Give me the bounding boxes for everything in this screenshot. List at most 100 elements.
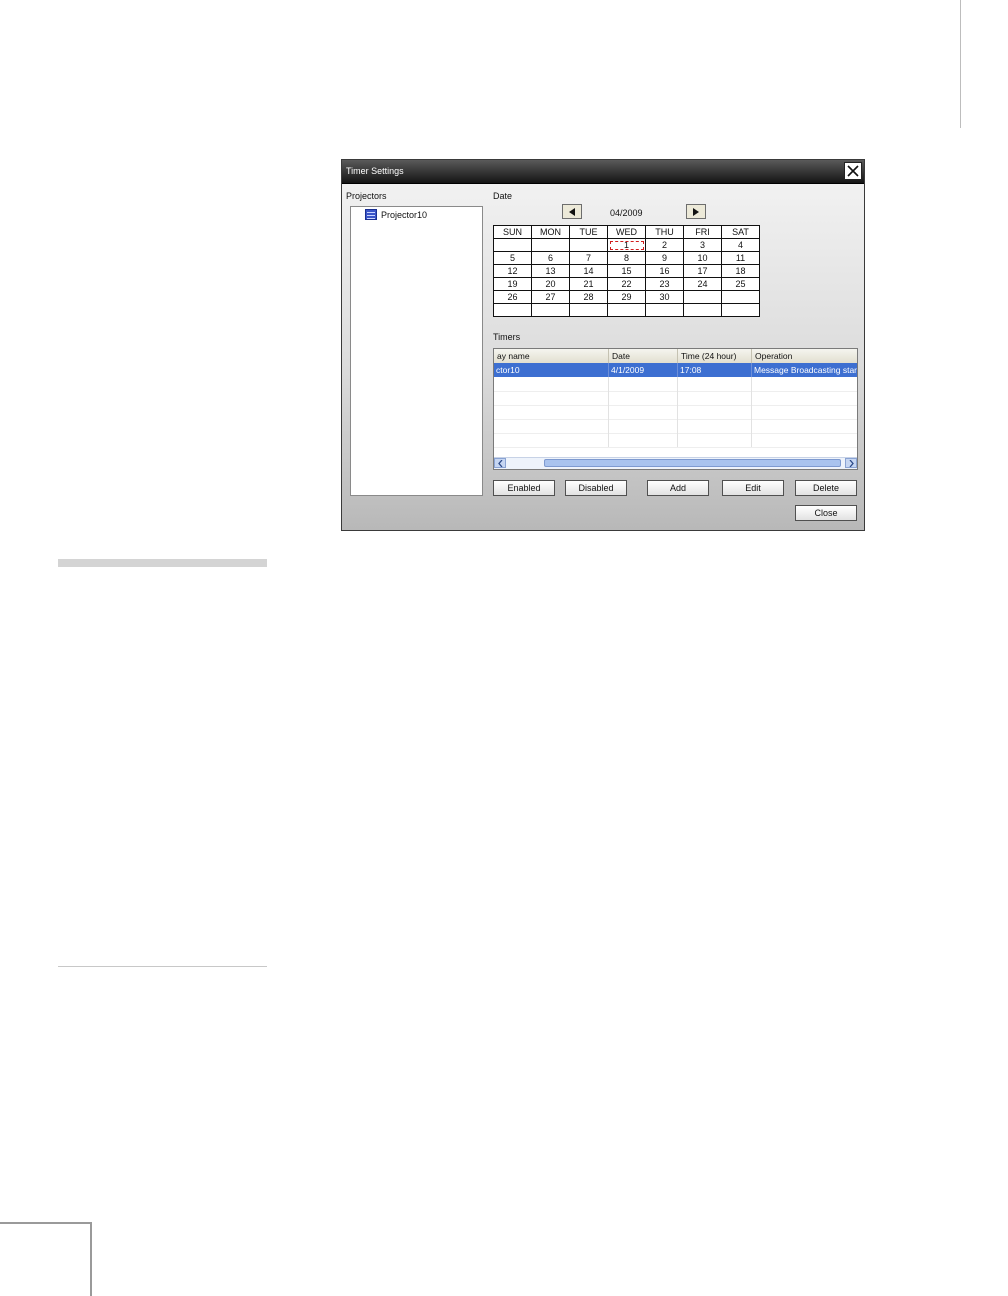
- calendar-day-cell[interactable]: 23: [645, 277, 684, 291]
- timers-cell: [494, 405, 609, 419]
- calendar-day-cell[interactable]: 20: [531, 277, 570, 291]
- date-label: Date: [493, 191, 513, 201]
- calendar-day-cell[interactable]: [493, 303, 532, 317]
- timers-cell: [752, 405, 857, 419]
- close-window-button[interactable]: [844, 162, 862, 180]
- timers-cell: [678, 391, 752, 405]
- calendar-day-cell[interactable]: 27: [531, 290, 570, 304]
- calendar-day-cell[interactable]: 12: [493, 264, 532, 278]
- timers-column-header[interactable]: ay name: [494, 349, 609, 363]
- calendar-day-cell[interactable]: 25: [721, 277, 760, 291]
- edit-button[interactable]: Edit: [722, 480, 784, 496]
- calendar-day-cell[interactable]: 14: [569, 264, 608, 278]
- calendar-day-cell[interactable]: [645, 303, 684, 317]
- timers-cell: [609, 419, 678, 433]
- timers-cell: [609, 433, 678, 447]
- projectors-label: Projectors: [346, 191, 387, 201]
- timers-cell: [752, 433, 857, 447]
- projector-item[interactable]: Projector10: [365, 209, 427, 220]
- calendar-weekday-row: SUN MON TUE WED THU FRI SAT: [493, 225, 760, 239]
- calendar-day-cell[interactable]: [721, 303, 760, 317]
- sidebar-rule: [58, 966, 267, 967]
- timers-cell: [678, 377, 752, 391]
- chevron-right-icon: [849, 459, 854, 467]
- margin-line: [960, 0, 961, 128]
- calendar-day-cell[interactable]: [607, 303, 646, 317]
- calendar-day-cell[interactable]: [721, 290, 760, 304]
- horizontal-scrollbar[interactable]: [494, 457, 857, 469]
- timers-row[interactable]: ctor10 4/1/2009 17:08 Message Broadcasting …: [494, 363, 857, 377]
- scroll-right-button[interactable]: [845, 458, 857, 468]
- calendar-day-cell[interactable]: 4: [721, 238, 760, 252]
- timers-column-header[interactable]: Operation: [752, 349, 857, 363]
- timers-cell: [609, 377, 678, 391]
- calendar-day-cell[interactable]: 15: [607, 264, 646, 278]
- calendar-day-cell[interactable]: 18: [721, 264, 760, 278]
- projectors-tree[interactable]: Projector10: [350, 206, 483, 496]
- close-button[interactable]: Close: [795, 505, 857, 521]
- calendar-day-cell[interactable]: 9: [645, 251, 684, 265]
- delete-button[interactable]: Delete: [795, 480, 857, 496]
- calendar-day-cell[interactable]: 21: [569, 277, 608, 291]
- timers-row: [494, 405, 857, 420]
- month-label: 04/2009: [610, 208, 643, 218]
- calendar-day-cell[interactable]: 6: [531, 251, 570, 265]
- calendar-day-cell[interactable]: [531, 238, 570, 252]
- calendar-day-cell[interactable]: 19: [493, 277, 532, 291]
- calendar-day-cell[interactable]: [531, 303, 570, 317]
- calendar-day-cell[interactable]: 24: [683, 277, 722, 291]
- timers-cell: [494, 419, 609, 433]
- calendar-day-cell[interactable]: 17: [683, 264, 722, 278]
- timers-cell: [752, 377, 857, 391]
- calendar-day-cell[interactable]: 8: [607, 251, 646, 265]
- calendar-day-cell[interactable]: 3: [683, 238, 722, 252]
- calendar-day-cell[interactable]: 22: [607, 277, 646, 291]
- calendar-day-cell[interactable]: 7: [569, 251, 608, 265]
- timers-cell: [752, 419, 857, 433]
- calendar-week-row: 1234: [493, 238, 760, 252]
- calendar-day-cell[interactable]: 11: [721, 251, 760, 265]
- timers-cell: [678, 433, 752, 447]
- timers-cell: [752, 391, 857, 405]
- calendar-day-cell[interactable]: [493, 238, 532, 252]
- timers-column-header[interactable]: Date: [609, 349, 678, 363]
- calendar-day-cell[interactable]: [683, 290, 722, 304]
- calendar-day-cell[interactable]: 30: [645, 290, 684, 304]
- sidebar-divider: [58, 559, 267, 567]
- calendar-grid: SUN MON TUE WED THU FRI SAT 1 2 3 4 5 6 7 8 9 10 11 12 13 14…: [493, 225, 760, 317]
- weekday-header: MON: [531, 225, 570, 239]
- timers-row: [494, 419, 857, 434]
- timers-label: Timers: [493, 332, 521, 342]
- calendar-day-cell[interactable]: 1: [607, 238, 646, 252]
- scroll-left-button[interactable]: [494, 458, 506, 468]
- calendar-day-cell[interactable]: 5: [493, 251, 532, 265]
- timers-cell: [494, 391, 609, 405]
- calendar-day-cell[interactable]: [569, 238, 608, 252]
- enabled-button[interactable]: Enabled: [493, 480, 555, 496]
- scroll-thumb[interactable]: [544, 459, 841, 467]
- calendar-day-cell[interactable]: 26: [493, 290, 532, 304]
- timers-list[interactable]: ay name Date Time (24 hour) Operation ctor1…: [493, 348, 858, 470]
- calendar-week-row: [493, 303, 760, 317]
- timers-row: [494, 377, 857, 392]
- disabled-button[interactable]: Disabled: [565, 480, 627, 496]
- projector-name: Projector10: [381, 209, 428, 220]
- timers-cell: [494, 377, 609, 391]
- calendar-day-cell[interactable]: 13: [531, 264, 570, 278]
- timers-cell: ctor10: [494, 363, 609, 377]
- add-button[interactable]: Add: [647, 480, 709, 496]
- timers-row: [494, 433, 857, 448]
- calendar-day-cell[interactable]: [683, 303, 722, 317]
- calendar-day-cell[interactable]: [569, 303, 608, 317]
- calendar-day-cell[interactable]: 16: [645, 264, 684, 278]
- prev-month-button[interactable]: [562, 204, 582, 219]
- calendar-day-cell[interactable]: 10: [683, 251, 722, 265]
- calendar-day-cell[interactable]: 2: [645, 238, 684, 252]
- calendar-day-cell[interactable]: 29: [607, 290, 646, 304]
- next-month-button[interactable]: [686, 204, 706, 219]
- weekday-header: THU: [645, 225, 684, 239]
- timers-column-header[interactable]: Time (24 hour): [678, 349, 752, 363]
- close-icon: [847, 165, 859, 177]
- calendar-day-cell[interactable]: 28: [569, 290, 608, 304]
- timers-cell: [678, 405, 752, 419]
